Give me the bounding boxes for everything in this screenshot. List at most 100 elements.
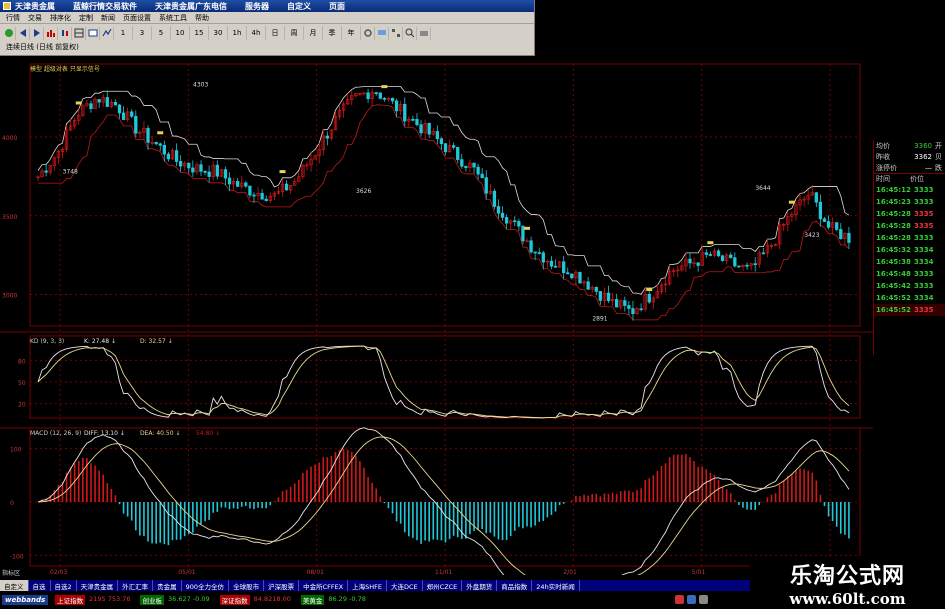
market-tab[interactable]: 外汇汇率 [118,580,154,591]
title-segment: 天津贵金属 [15,1,55,11]
period-15min[interactable]: 15 [190,26,209,40]
screen-icon[interactable] [375,26,389,40]
candle-body [130,111,134,117]
gear-icon[interactable] [361,26,375,40]
tray-volume-icon[interactable] [699,594,708,604]
candle-body [162,144,166,155]
tick-row: 16:45:48 3333 [874,268,945,280]
period-month[interactable]: 月 [304,26,323,40]
tile-icon[interactable] [389,26,403,40]
candle-body [44,170,48,173]
menu-help[interactable]: 帮助 [191,13,213,23]
signal-marker [646,288,653,292]
refresh-icon[interactable] [2,26,16,40]
quote-row: 均价 3360 开 [876,141,942,150]
price-tick-label: 4000 [2,135,17,142]
bar-chart-icon[interactable] [44,26,58,40]
price-annotation: 3644 [755,185,770,192]
market-tab[interactable]: 上海SHFE [348,580,387,591]
period-3min[interactable]: 3 [133,26,152,40]
tick-price: 3333 [914,282,934,290]
chart-area[interactable]: 4000 3500 3000 80 50 20 100 0 -100 02/03 05/01 08/0… [0,56,873,577]
market-tab[interactable]: 自选2 [51,580,77,591]
market-tab[interactable]: 外盘期货 [462,580,498,591]
period-week[interactable]: 周 [285,26,304,40]
tick-price: 3334 [914,294,934,302]
candle-body [117,104,122,114]
period-day[interactable]: 日 [266,26,285,40]
menu-quotes[interactable]: 行情 [2,13,24,23]
candle-body [480,173,484,179]
candle-body [223,169,228,179]
candle-body [460,159,464,167]
market-tab[interactable]: 郑州CZCE [423,580,463,591]
chart-canvas[interactable]: 4000 3500 3000 80 50 20 100 0 -100 02/03 05/01 08/0… [0,56,873,575]
tick-row: 16:45:28 3335 [874,208,945,220]
print-icon[interactable] [417,26,431,40]
date-label: 2/01 [563,569,577,575]
macd-tick-label: -100 [10,553,24,560]
period-1h[interactable]: 1h [228,26,247,40]
tick-list[interactable]: 16:45:12 3333 16:45:23 3333 16:45:28 3335 16:4… [874,184,945,316]
watermark-name: 乐淘公式网 [789,562,905,589]
candle-body [236,181,240,187]
candle-body [541,252,545,263]
candle-body [174,150,179,162]
market-tab[interactable]: 自选 [29,580,51,591]
candle-body [504,217,509,224]
candle-body [533,251,537,254]
macd-diff-value: DIFF: 13.10 ↓ [84,430,125,437]
menu-custom[interactable]: 定制 [75,13,97,23]
chart-subheader: 连续日线 (日线 前复权) [0,41,534,53]
candle-body [390,97,395,102]
period-year[interactable]: 年 [342,26,361,40]
period-quarter[interactable]: 季 [323,26,342,40]
market-tab[interactable]: 沪深股票 [264,580,300,591]
price-tick-label: 3500 [2,214,17,221]
market-tab[interactable]: 大连DCE [387,580,423,591]
period-4h[interactable]: 4h [247,26,266,40]
menu-system-tools[interactable]: 系统工具 [155,13,191,23]
candle-body [847,232,851,243]
status-item-value: 86.29 -0.78 [328,595,366,603]
tick-price: 3335 [914,306,934,314]
market-tab[interactable]: 全球股市 [229,580,265,591]
price-annotation: 3423 [804,232,819,239]
forward-icon[interactable] [30,26,44,40]
zoom-icon[interactable] [403,26,417,40]
candle-body [191,167,195,173]
table-icon[interactable] [72,26,86,40]
lower-band-line [38,104,850,321]
status-item: 美黄金 86.29 -0.78 [298,594,369,606]
candle-body [154,142,158,145]
candle-body [521,225,525,242]
status-ticker: 上证指数 2195 753.76 创业板 36.627 -0.09 深证指数 84.821… [48,594,369,606]
menu-page-settings[interactable]: 页面设置 [119,13,155,23]
tray-network-icon[interactable] [687,594,696,604]
period-10min[interactable]: 10 [171,26,190,40]
period-1min[interactable]: 1 [114,26,133,40]
market-tab[interactable]: 900全力全仿 [182,580,230,591]
window-icon[interactable] [86,26,100,40]
market-tab[interactable]: 中金所CFFEX [299,580,349,591]
market-tab[interactable]: 贵金属 [153,580,182,591]
line-icon[interactable] [100,26,114,40]
status-item-name: 美黄金 [300,595,325,605]
tick-time: 16:45:52 [876,294,911,302]
candle-body [284,183,289,191]
candle-icon[interactable] [58,26,72,40]
market-tab[interactable]: 自定义 [0,580,29,591]
market-tab[interactable]: 商品指数 [497,580,533,591]
tray-app-icon[interactable] [675,594,684,604]
period-5min[interactable]: 5 [152,26,171,40]
market-tab[interactable]: 天津贵金属 [77,580,119,591]
menu-sort[interactable]: 排序化 [46,13,75,23]
signal-marker [381,85,388,89]
market-tab[interactable]: 24h实时新闻 [532,580,580,591]
candle-body [578,271,582,284]
period-30min[interactable]: 30 [209,26,228,40]
menu-trade[interactable]: 交易 [24,13,46,23]
menu-news[interactable]: 新闻 [97,13,119,23]
status-item-name: 上证指数 [55,595,86,605]
back-icon[interactable] [16,26,30,40]
